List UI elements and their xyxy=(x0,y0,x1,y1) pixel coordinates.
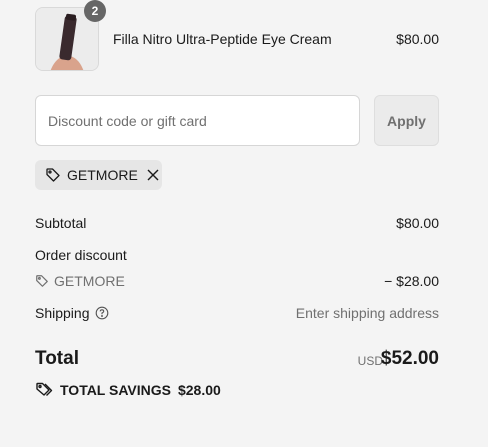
currency-code: USD xyxy=(357,354,383,368)
question-circle-icon[interactable] xyxy=(95,306,109,320)
product-name: Filla Nitro Ultra-Peptide Eye Cream xyxy=(113,31,332,47)
shipping-label-wrap: Shipping xyxy=(35,305,109,321)
subtotal-label: Subtotal xyxy=(35,215,87,231)
double-tag-icon xyxy=(35,381,53,399)
close-icon[interactable] xyxy=(146,168,160,182)
order-discount-label: Order discount xyxy=(35,247,127,263)
total-amount: $52.00 xyxy=(380,348,439,369)
discount-code-row: GETMORE − $28.00 xyxy=(35,273,439,291)
savings-amount: $28.00 xyxy=(177,382,221,398)
total-savings: TOTAL SAVINGS $28.00 xyxy=(35,381,221,399)
product-price: $80.00 xyxy=(396,31,439,47)
tag-icon xyxy=(45,167,61,183)
apply-button[interactable]: Apply xyxy=(374,95,439,146)
discount-amount: − $28.00 xyxy=(384,273,439,289)
tag-icon xyxy=(35,274,49,288)
shipping-value: Enter shipping address xyxy=(295,305,439,321)
discount-code-input[interactable] xyxy=(35,95,360,146)
subtotal-value: $80.00 xyxy=(396,215,439,231)
shipping-row: Shipping Enter shipping address xyxy=(35,305,439,323)
quantity-badge: 2 xyxy=(84,0,106,22)
subtotal-row: Subtotal $80.00 xyxy=(35,215,439,233)
discount-code-line: GETMORE xyxy=(35,273,125,289)
order-discount-row: Order discount xyxy=(35,247,439,265)
total-label: Total xyxy=(35,348,79,369)
savings-label: TOTAL SAVINGS xyxy=(60,382,171,398)
cart-line-item: 2 Filla Nitro Ultra-Peptide Eye Cream $8… xyxy=(35,0,439,71)
shipping-label: Shipping xyxy=(35,305,90,321)
applied-discount-chip: GETMORE xyxy=(35,160,162,190)
discount-code-text: GETMORE xyxy=(54,273,125,289)
applied-code-label: GETMORE xyxy=(67,167,138,183)
